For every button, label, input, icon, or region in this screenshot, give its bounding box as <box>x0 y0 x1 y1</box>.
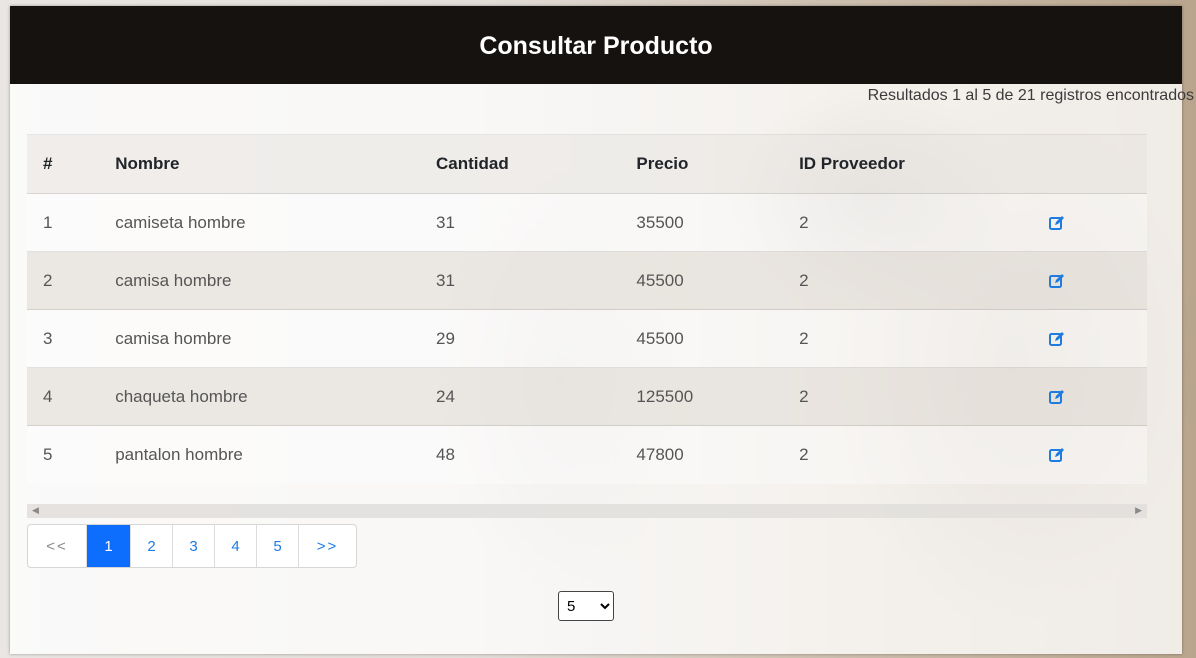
cell-cantidad: 24 <box>436 386 455 406</box>
column-header-number: # <box>27 134 115 194</box>
edit-icon[interactable] <box>1049 389 1065 405</box>
horizontal-scrollbar[interactable]: ◀ ▶ <box>27 504 1147 518</box>
edit-icon[interactable] <box>1049 331 1065 347</box>
cell-proveedor: 2 <box>799 386 809 406</box>
cell-actions <box>1046 368 1147 426</box>
table-row: 4 chaqueta hombre 24 125500 2 <box>27 367 1147 426</box>
pagination-page-4[interactable]: 4 <box>214 525 256 567</box>
table-row: 2 camisa hombre 31 45500 2 <box>27 251 1147 310</box>
scroll-left-icon[interactable]: ◀ <box>32 505 39 516</box>
cell-precio: 47800 <box>636 444 684 464</box>
cell-actions <box>1046 194 1147 252</box>
column-header-precio: Precio <box>635 134 799 194</box>
pagination-page-1[interactable]: 1 <box>86 525 130 567</box>
column-header-actions <box>1046 134 1147 194</box>
pagination-next[interactable]: >> <box>298 525 356 567</box>
cell-proveedor: 2 <box>799 212 809 232</box>
cell-actions <box>1046 426 1147 484</box>
products-table: # Nombre Cantidad Precio ID Proveedor 1 … <box>27 134 1147 484</box>
edit-icon[interactable] <box>1049 273 1065 289</box>
pagination-previous[interactable]: << <box>28 525 86 567</box>
page-title: Consultar Producto <box>479 31 713 60</box>
column-header-id-proveedor: ID Proveedor <box>798 134 1046 194</box>
pagination-page-3[interactable]: 3 <box>172 525 214 567</box>
cell-nombre: chaqueta hombre <box>115 386 248 406</box>
pagination: << 1 2 3 4 5 >> <box>27 524 357 568</box>
pagination-page-5[interactable]: 5 <box>256 525 298 567</box>
table-row: 5 pantalon hombre 48 47800 2 <box>27 425 1147 484</box>
results-count-text: Resultados 1 al 5 de 21 registros encont… <box>867 87 1194 104</box>
card-header: Consultar Producto <box>10 6 1182 84</box>
cell-cantidad: 31 <box>436 270 455 290</box>
edit-icon[interactable] <box>1049 215 1065 231</box>
cell-proveedor: 2 <box>799 444 809 464</box>
cell-cantidad: 48 <box>436 444 455 464</box>
column-header-cantidad: Cantidad <box>435 134 636 194</box>
cell-precio: 125500 <box>636 386 694 406</box>
cell-id: 3 <box>43 328 53 348</box>
cell-proveedor: 2 <box>799 270 809 290</box>
table-row: 3 camisa hombre 29 45500 2 <box>27 309 1147 368</box>
cell-id: 1 <box>43 212 53 232</box>
cell-nombre: camisa hombre <box>115 328 232 348</box>
cell-nombre: camisa hombre <box>115 270 232 290</box>
cell-actions <box>1046 252 1147 310</box>
cell-id: 5 <box>43 444 53 464</box>
page-size-container: 5 <box>558 591 614 621</box>
edit-icon[interactable] <box>1049 447 1065 463</box>
table-header-row: # Nombre Cantidad Precio ID Proveedor <box>27 134 1147 194</box>
table-row: 1 camiseta hombre 31 35500 2 <box>27 193 1147 252</box>
scroll-right-icon[interactable]: ▶ <box>1135 505 1142 516</box>
column-header-nombre: Nombre <box>114 134 436 194</box>
cell-nombre: camiseta hombre <box>115 212 246 232</box>
products-table-container: # Nombre Cantidad Precio ID Proveedor 1 … <box>27 134 1147 484</box>
page-size-select[interactable]: 5 <box>558 591 614 621</box>
cell-id: 2 <box>43 270 53 290</box>
pagination-page-2[interactable]: 2 <box>130 525 172 567</box>
cell-proveedor: 2 <box>799 328 809 348</box>
cell-actions <box>1046 310 1147 368</box>
cell-id: 4 <box>43 386 53 406</box>
cell-cantidad: 31 <box>436 212 455 232</box>
cell-cantidad: 29 <box>436 328 455 348</box>
cell-precio: 45500 <box>636 270 684 290</box>
cell-nombre: pantalon hombre <box>115 444 243 464</box>
cell-precio: 35500 <box>636 212 684 232</box>
cell-precio: 45500 <box>636 328 684 348</box>
